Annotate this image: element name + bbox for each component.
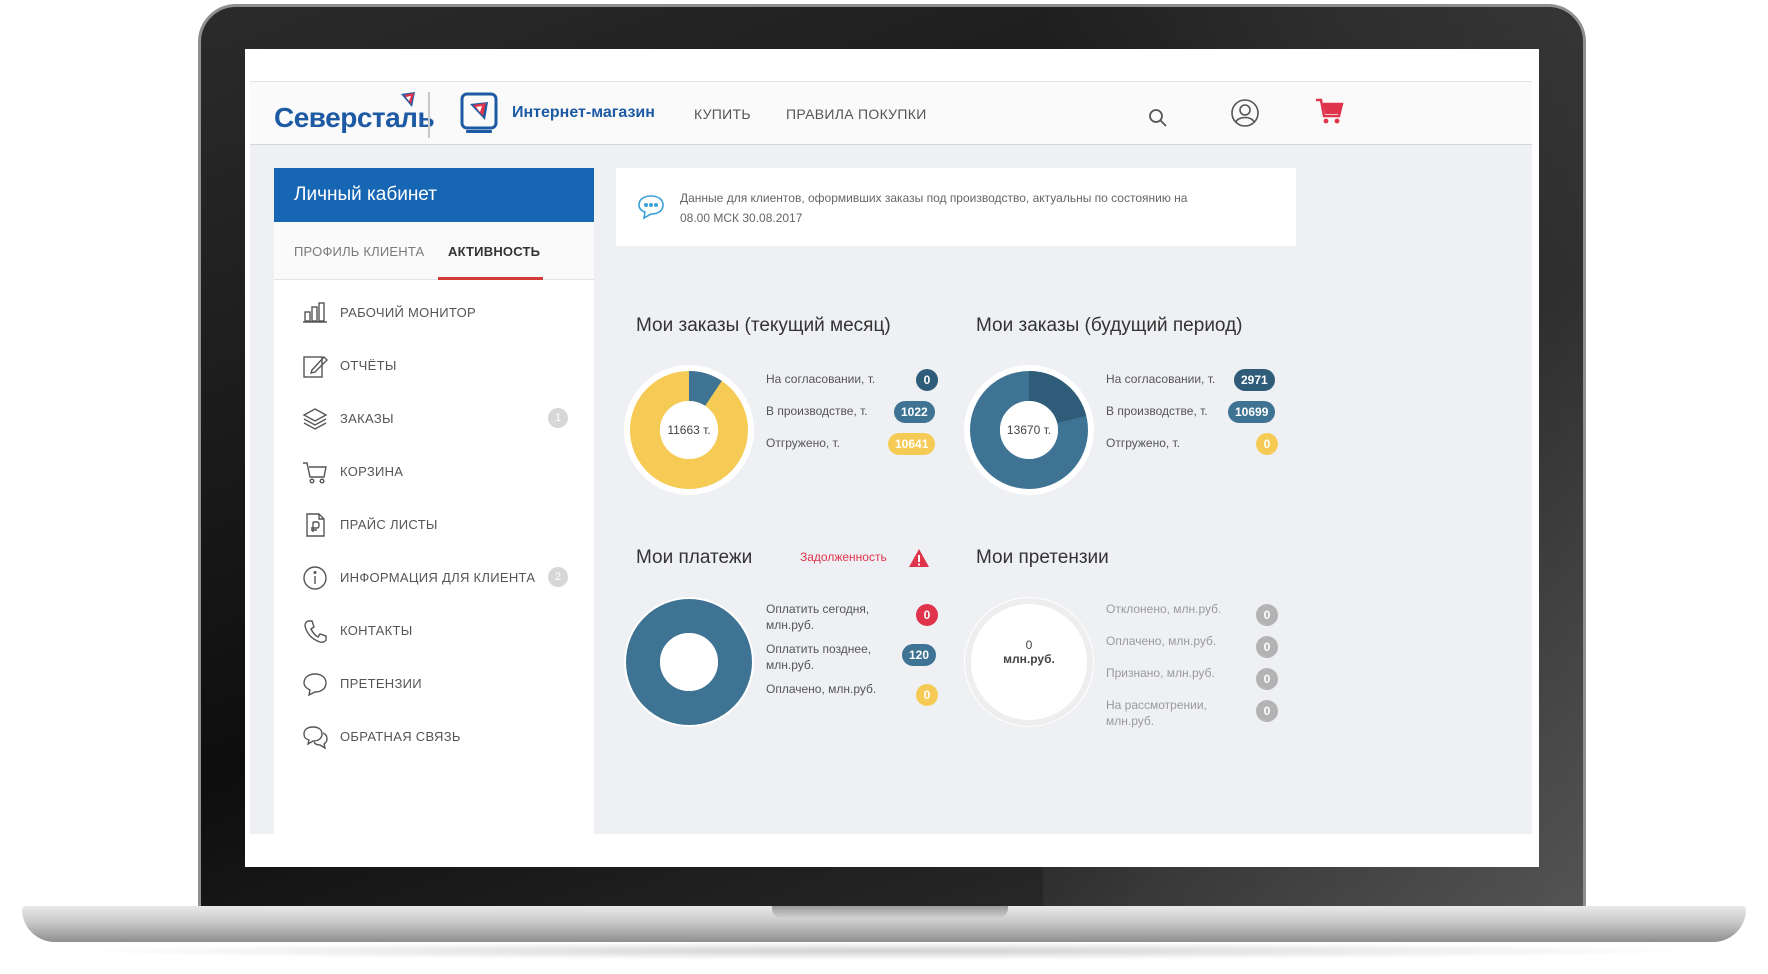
tab-activity[interactable]: АКТИВНОСТЬ	[448, 244, 540, 259]
sidebar-title: Личный кабинет	[274, 168, 594, 222]
feedback-icon	[303, 725, 328, 749]
sidebar-item-label: ОТЧЁТЫ	[340, 358, 397, 373]
monitor-icon	[303, 301, 327, 323]
payments-later-label: Оплатить позднее, млн.руб.	[766, 642, 872, 672]
laptop-notch	[772, 906, 1008, 918]
claims-accepted-label: Признано, млн.руб.	[1106, 666, 1215, 680]
sidebar-item-label: ПРАЙС ЛИСТЫ	[340, 517, 438, 532]
orders-current-approval-value: 0	[916, 369, 938, 391]
tab-client-profile[interactable]: ПРОФИЛЬ КЛИЕНТА	[294, 244, 424, 259]
nav-divider	[428, 92, 430, 138]
info-count-badge: 2	[548, 567, 568, 587]
claims-review-label: На рассмотрении, млн.руб.	[1106, 698, 1207, 728]
search-icon[interactable]	[1148, 108, 1168, 128]
laptop-shadow	[60, 942, 1708, 960]
sidebar-item-label: КОРЗИНА	[340, 464, 404, 479]
sidebar-tabs: ПРОФИЛЬ КЛИЕНТА АКТИВНОСТЬ	[274, 222, 594, 280]
payments-paid-label: Оплачено, млн.руб.	[766, 682, 877, 696]
orders-future-title: Мои заказы (будущий период)	[976, 315, 1243, 336]
layers-icon	[302, 407, 328, 430]
payments-paid-value: 0	[916, 684, 938, 706]
payments-donut[interactable]	[624, 597, 754, 727]
orders-future-shipped-label: Отгружено, т.	[1106, 436, 1181, 450]
orders-future-approval-label: На согласовании, т.	[1106, 372, 1216, 386]
claims-rejected-value: 0	[1256, 604, 1278, 626]
payments-title: Мои платежи	[636, 547, 753, 568]
orders-current-production-label: В производстве, т.	[766, 404, 868, 418]
sidebar-menu: РАБОЧИЙ МОНИТОР ОТЧЁТЫ ЗАКАЗЫ 1 КОРЗИНА …	[274, 280, 594, 763]
orders-future-production-value: 10699	[1228, 401, 1276, 423]
sidebar-item-label: КОНТАКТЫ	[340, 623, 413, 638]
claims-title: Мои претензии	[976, 547, 1109, 568]
sidebar-item-cart[interactable]: КОРЗИНА	[274, 445, 594, 498]
info-banner: Данные для клиентов, оформивших заказы п…	[616, 168, 1296, 246]
sidebar-item-work-monitor[interactable]: РАБОЧИЙ МОНИТОР	[274, 286, 594, 339]
claims-paid-value: 0	[1256, 636, 1278, 658]
cart-icon	[303, 461, 327, 484]
sidebar-item-client-info[interactable]: ИНФОРМАЦИЯ ДЛЯ КЛИЕНТА 2	[274, 551, 594, 604]
debt-link[interactable]: Задолженность	[800, 550, 887, 564]
sidebar-item-label: ИНФОРМАЦИЯ ДЛЯ КЛИЕНТА	[340, 570, 536, 585]
payments-today-label: Оплатить сегодня, млн.руб.	[766, 602, 870, 632]
payments-later-value: 120	[902, 644, 937, 666]
orders-count-badge: 1	[548, 408, 568, 428]
sidebar-item-label: РАБОЧИЙ МОНИТОР	[340, 305, 476, 320]
sidebar-item-label: ЗАКАЗЫ	[340, 411, 394, 426]
orders-current-production-value: 1022	[894, 401, 935, 423]
phone-icon	[304, 619, 327, 643]
payments-today-value: 0	[916, 604, 938, 626]
orders-future-shipped-value: 0	[1256, 433, 1278, 455]
orders-future-approval-value: 2971	[1234, 369, 1275, 391]
in-production-arc	[688, 370, 722, 407]
sidebar-item-price-lists[interactable]: ПРАЙС ЛИСТЫ	[274, 498, 594, 551]
top-navigation: Северсталь Интернет-магазин КУПИТЬ ПРАВИ…	[250, 81, 1532, 145]
info-icon	[303, 565, 327, 590]
sidebar-item-claims[interactable]: ПРЕТЕНЗИИ	[274, 657, 594, 710]
nav-buy-link[interactable]: КУПИТЬ	[694, 106, 751, 122]
logo-mark-icon	[401, 92, 415, 107]
claims-accepted-value: 0	[1256, 668, 1278, 690]
sidebar: Личный кабинет ПРОФИЛЬ КЛИЕНТА АКТИВНОСТ…	[274, 168, 594, 834]
active-tab-indicator	[438, 277, 543, 280]
sidebar-item-label: ПРЕТЕНЗИИ	[340, 676, 422, 691]
sidebar-item-orders[interactable]: ЗАКАЗЫ 1	[274, 392, 594, 445]
sidebar-item-reports[interactable]: ОТЧЁТЫ	[274, 339, 594, 392]
sidebar-item-feedback[interactable]: ОБРАТНАЯ СВЯЗЬ	[274, 710, 594, 763]
orders-current-shipped-value: 10641	[888, 433, 936, 455]
orders-future-production-label: В производстве, т.	[1106, 404, 1208, 418]
internet-shop-icon[interactable]	[460, 92, 498, 134]
warning-icon	[909, 549, 929, 567]
message-icon	[638, 195, 664, 220]
orders-current-total: 11663 т.	[667, 423, 711, 437]
info-text: Данные для клиентов, оформивших заказы п…	[680, 191, 1188, 225]
orders-current-title: Мои заказы (текущий месяц)	[636, 315, 891, 336]
claims-review-value: 0	[1256, 700, 1278, 722]
edit-icon	[303, 355, 328, 378]
orders-current-shipped-label: Отгружено, т.	[766, 436, 841, 450]
claims-paid-label: Оплачено, млн.руб.	[1106, 634, 1217, 648]
orders-current-approval-label: На согласовании, т.	[766, 372, 876, 386]
chat-icon	[303, 672, 327, 696]
cart-icon[interactable]	[1314, 96, 1344, 126]
nav-rules-link[interactable]: ПРАВИЛА ПОКУПКИ	[786, 106, 927, 122]
app-viewport: Северсталь Интернет-магазин КУПИТЬ ПРАВИ…	[250, 81, 1532, 834]
claims-total-value: 0	[1025, 638, 1033, 652]
laptop-screen: Северсталь Интернет-магазин КУПИТЬ ПРАВИ…	[245, 49, 1539, 867]
claims-rejected-label: Отклонено, млн.руб.	[1106, 602, 1222, 616]
orders-future-total: 13670 т.	[1006, 423, 1052, 437]
shop-label[interactable]: Интернет-магазин	[512, 104, 655, 122]
sidebar-item-label: ОБРАТНАЯ СВЯЗЬ	[340, 729, 461, 744]
claims-total-unit: млн.руб.	[1003, 652, 1055, 666]
sidebar-item-contacts[interactable]: КОНТАКТЫ	[274, 604, 594, 657]
user-icon[interactable]	[1230, 98, 1260, 128]
price-list-icon	[306, 512, 325, 537]
